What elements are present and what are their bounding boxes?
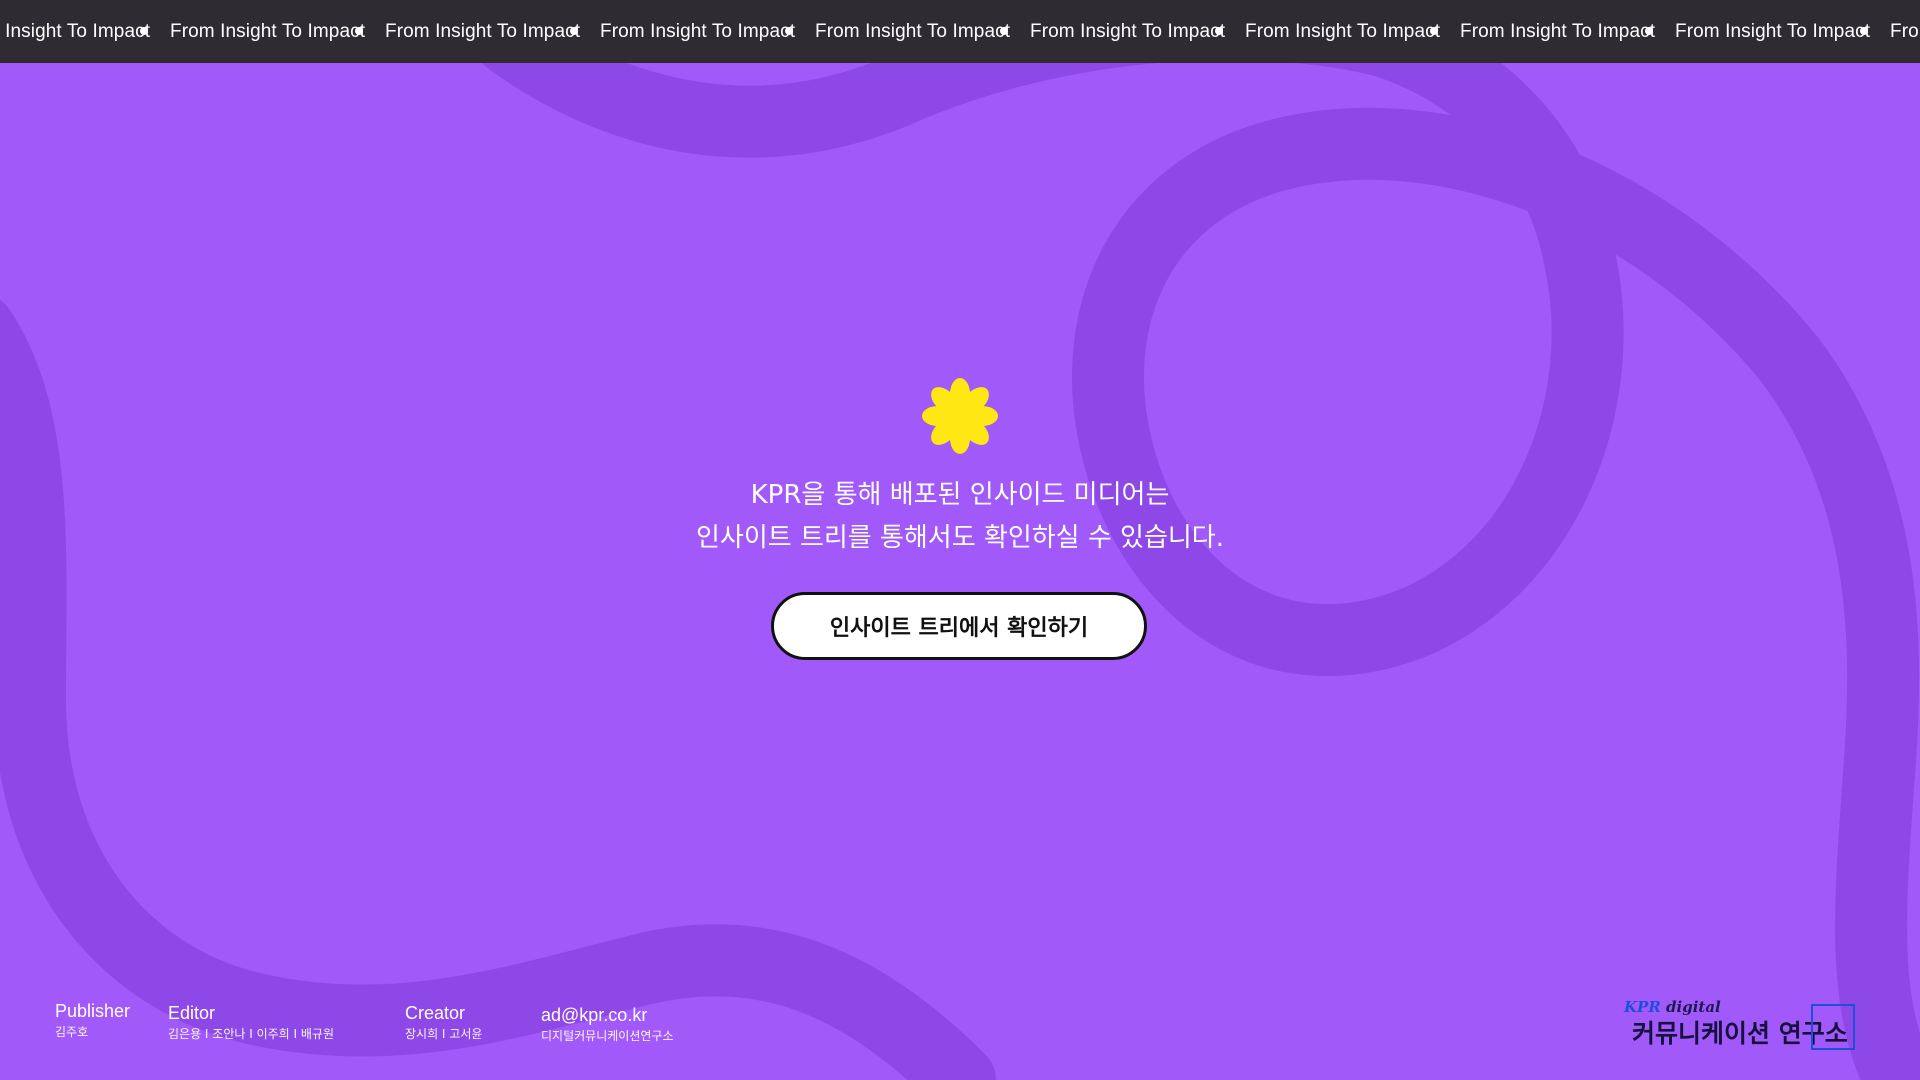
dot-icon bbox=[140, 26, 148, 35]
credit-title: Creator bbox=[405, 1003, 466, 1023]
credit-title: Editor bbox=[168, 1003, 216, 1023]
ticker-item: From Insight To Impact bbox=[815, 21, 1030, 43]
ticker-item: From Insight To Impact bbox=[1675, 21, 1890, 43]
brand-logo[interactable]: KPR digital 커뮤니케이션 연구소 bbox=[1620, 998, 1860, 1054]
ticker-item: From Insight To Impact bbox=[0, 21, 170, 43]
credit-editor: Editor 김은용 I 조안나 I 이주희 I 배규원 bbox=[168, 1002, 334, 1042]
ticker-bar: From Insight To Impact From Insight To I… bbox=[0, 0, 1920, 63]
message-line-2: 인사이트 트리를 통해서도 확인하실 수 있습니다. bbox=[696, 523, 1224, 553]
credit-names: 장시희 I 고서윤 bbox=[405, 1027, 483, 1041]
ticker-text: From Insight To Impact bbox=[385, 20, 581, 42]
contact-email-link[interactable]: ad@kpr.co.kr bbox=[541, 1004, 673, 1026]
credit-names: 김주호 bbox=[55, 1025, 89, 1039]
main-message: KPR을 통해 배포된 인사이드 미디어는 인사이트 트리를 통해서도 확인하실… bbox=[460, 474, 1460, 560]
contact-org: 디지털커뮤니케이션연구소 bbox=[541, 1029, 674, 1043]
ticker-item: From Insight To Impact bbox=[1030, 21, 1245, 43]
credit-title: Publisher bbox=[55, 1001, 131, 1021]
ticker-item: From Insight To Impact bbox=[1890, 21, 1920, 43]
dot-icon bbox=[1000, 26, 1008, 35]
ticker-text: From Insight To Impact bbox=[170, 20, 366, 42]
credit-publisher: Publisher 김주호 bbox=[55, 1000, 130, 1040]
dot-icon bbox=[1645, 26, 1653, 35]
insight-tree-button[interactable]: 인사이트 트리에서 확인하기 bbox=[771, 592, 1147, 660]
dot-icon bbox=[1215, 26, 1223, 35]
ticker-text: From Insight To Impact bbox=[600, 20, 796, 42]
ticker-item: From Insight To Impact bbox=[1245, 21, 1460, 43]
dot-icon bbox=[570, 26, 578, 35]
ticker-item: From Insight To Impact bbox=[600, 21, 815, 43]
ticker-text: From Insight To Impact bbox=[1460, 20, 1656, 42]
dot-icon bbox=[785, 26, 793, 35]
flower-icon bbox=[922, 378, 998, 454]
ticker-track: From Insight To Impact From Insight To I… bbox=[0, 0, 1920, 63]
ticker-text: From Insight To Impact bbox=[1890, 20, 1920, 42]
credit-contact: ad@kpr.co.kr 디지털커뮤니케이션연구소 bbox=[541, 1004, 673, 1044]
dot-icon bbox=[1430, 26, 1438, 35]
ticker-item: From Insight To Impact bbox=[1460, 21, 1675, 43]
ticker-text: From Insight To Impact bbox=[0, 20, 151, 42]
ticker-item: From Insight To Impact bbox=[170, 21, 385, 43]
dot-icon bbox=[1860, 26, 1868, 35]
ticker-text: From Insight To Impact bbox=[1245, 20, 1441, 42]
credit-names: 김은용 I 조안나 I 이주희 I 배규원 bbox=[168, 1027, 334, 1041]
ticker-item: From Insight To Impact bbox=[385, 21, 600, 43]
ticker-text: From Insight To Impact bbox=[1675, 20, 1871, 42]
message-line-1: KPR을 통해 배포된 인사이드 미디어는 bbox=[750, 480, 1170, 510]
ticker-text: From Insight To Impact bbox=[1030, 20, 1226, 42]
ticker-text: From Insight To Impact bbox=[815, 20, 1011, 42]
credit-creator: Creator 장시희 I 고서윤 bbox=[405, 1002, 482, 1042]
dot-icon bbox=[355, 26, 363, 35]
brand-frame bbox=[1811, 1004, 1855, 1050]
